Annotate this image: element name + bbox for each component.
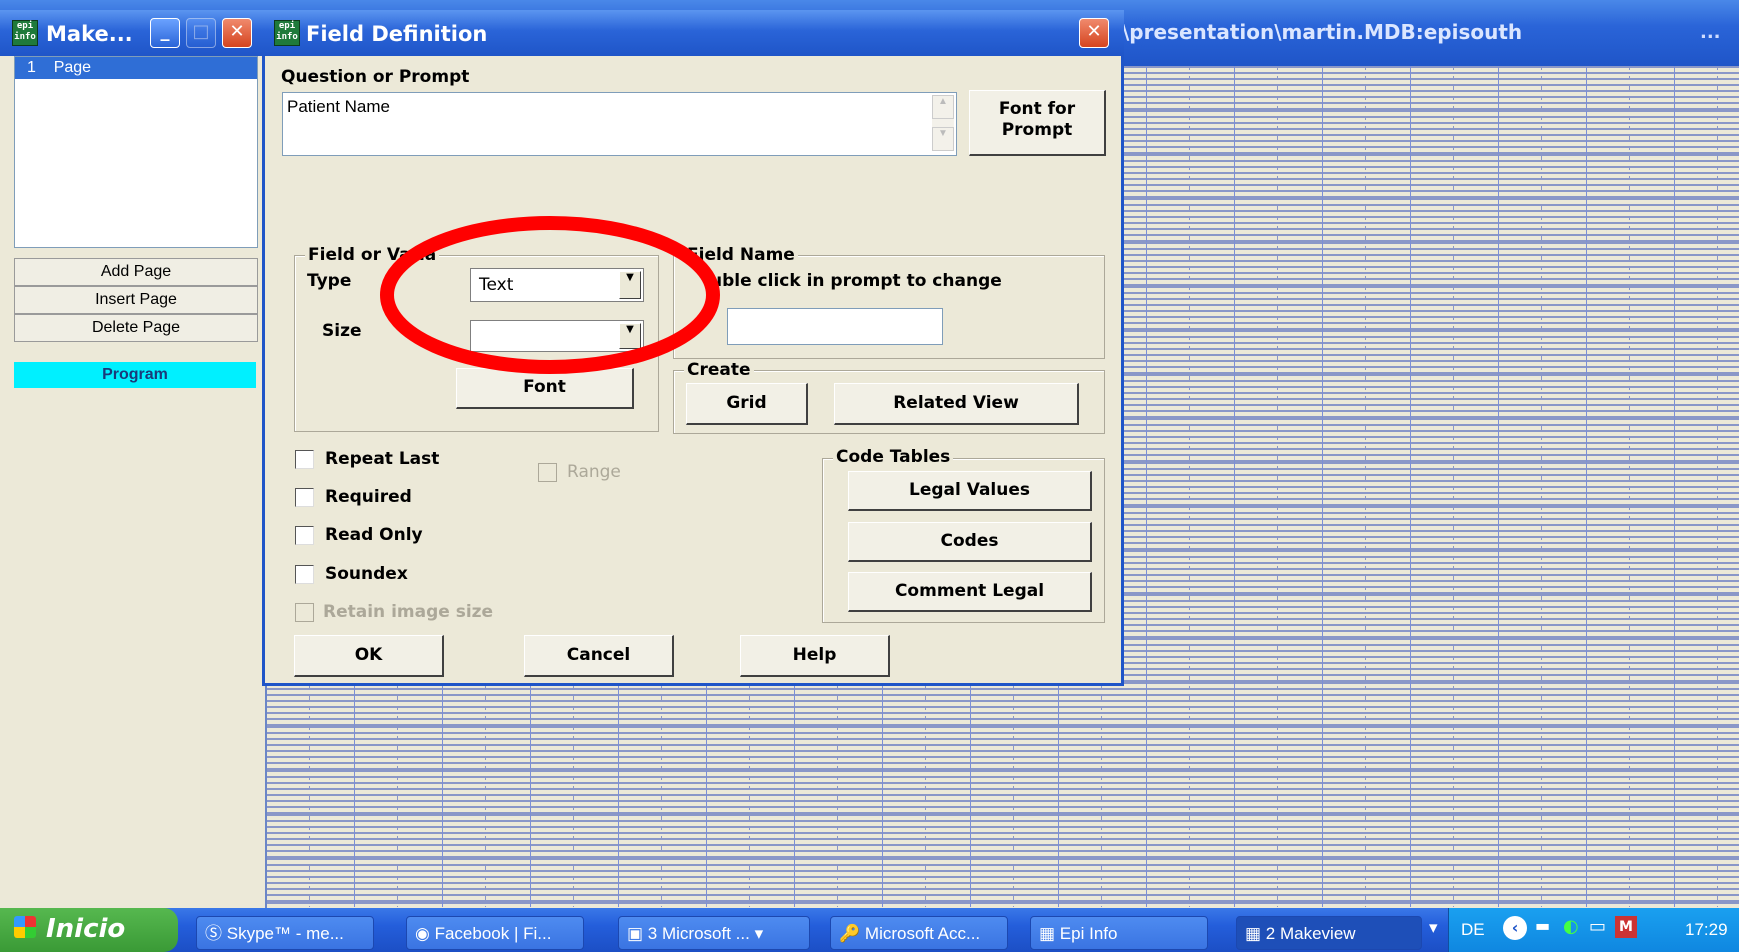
cancel-button[interactable]: Cancel: [524, 635, 674, 677]
font-for-prompt-button[interactable]: Font for Prompt: [969, 90, 1106, 156]
outlook-icon: ▣: [627, 924, 644, 943]
monitor-icon[interactable]: ▭: [1589, 916, 1606, 937]
chevron-down-icon: ▾: [754, 924, 764, 943]
taskbar-item-microsoft[interactable]: ▣ 3 Microsoft ... ▾: [618, 916, 810, 950]
epi-info-icon: ▦: [1039, 924, 1056, 943]
chevron-left-icon[interactable]: ‹: [1503, 916, 1527, 940]
close-button[interactable]: ✕: [222, 18, 252, 48]
network-icon[interactable]: ▬: [1535, 916, 1550, 935]
required-label: Required: [325, 487, 412, 507]
read-only-label: Read Only: [325, 525, 423, 545]
program-button[interactable]: Program: [14, 362, 256, 388]
retain-image-size-checkbox[interactable]: [295, 603, 314, 622]
firefox-icon: ◉: [415, 924, 430, 943]
chevron-down-icon[interactable]: ▾: [1429, 918, 1438, 938]
font-for-prompt-label: Font for Prompt: [998, 99, 1076, 140]
start-button[interactable]: Inicio: [0, 908, 178, 952]
epi-info-icon: epi info: [274, 20, 300, 46]
repeat-last-label: Repeat Last: [325, 449, 440, 469]
epi-info-icon: ▦: [1245, 924, 1262, 943]
taskbar-item-makeview[interactable]: ▦ 2 Makeview: [1236, 916, 1422, 950]
type-label: Type: [307, 271, 352, 291]
retain-image-size-label: Retain image size: [323, 602, 494, 622]
ok-button[interactable]: OK: [294, 635, 444, 677]
dialog-titlebar: epi info Field Definition ✕: [262, 10, 1124, 56]
clock: 17:29: [1685, 920, 1728, 939]
taskbar-item-label: Epi Info: [1059, 924, 1118, 943]
delete-page-button[interactable]: Delete Page: [14, 314, 258, 342]
read-only-checkbox[interactable]: [295, 526, 314, 545]
close-icon: ✕: [1086, 21, 1102, 42]
repeat-last-checkbox[interactable]: [295, 450, 314, 469]
dialog-title: Field Definition: [306, 22, 488, 46]
insert-page-button[interactable]: Insert Page: [14, 286, 258, 314]
grid-button[interactable]: Grid: [686, 383, 808, 425]
minimize-button[interactable]: _: [150, 18, 180, 48]
sync-icon[interactable]: ◐: [1563, 916, 1579, 937]
minimize-icon: _: [160, 21, 170, 42]
taskbar-item-access[interactable]: 🔑 Microsoft Acc...: [830, 916, 1008, 950]
range-checkbox[interactable]: [538, 463, 557, 482]
range-label: Range: [567, 462, 621, 482]
dialog-close-button[interactable]: ✕: [1079, 18, 1109, 48]
taskbar-item-label: Facebook | Fi...: [434, 924, 552, 943]
epi-info-icon: epi info: [12, 20, 38, 46]
soundex-checkbox[interactable]: [295, 565, 314, 584]
help-button[interactable]: Help: [740, 635, 890, 677]
start-label: Inicio: [46, 914, 126, 944]
maximize-icon: □: [192, 21, 210, 42]
scroll-down-icon[interactable]: ▼: [932, 127, 954, 151]
access-icon: 🔑: [839, 924, 861, 943]
main-window-title: \presentation\martin.MDB:episouth: [1122, 20, 1523, 44]
page-number: 1: [27, 59, 36, 76]
taskbar-item-label: Skype™ - me...: [226, 924, 344, 943]
required-checkbox[interactable]: [295, 488, 314, 507]
size-label: Size: [322, 321, 362, 341]
taskbar-item-label: 3 Microsoft ...: [647, 924, 750, 943]
codes-button[interactable]: Codes: [848, 522, 1092, 562]
windows-logo-icon: [14, 916, 36, 938]
taskbar-item-epi-info[interactable]: ▦ Epi Info: [1030, 916, 1208, 950]
main-window-title-overflow: ...: [1700, 22, 1721, 43]
taskbar-item-facebook[interactable]: ◉ Facebook | Fi...: [406, 916, 584, 950]
page-label: Page: [53, 59, 92, 76]
code-tables-group-title: Code Tables: [833, 447, 954, 467]
system-tray: ▾ DE ‹ ▬ ◐ ▭ M 17:29: [1429, 908, 1739, 952]
taskbar-item-skype[interactable]: Ⓢ Skype™ - me...: [196, 916, 374, 950]
red-circle-annotation: [380, 216, 720, 374]
related-view-button[interactable]: Related View: [834, 383, 1079, 425]
question-text: Patient Name: [287, 97, 390, 116]
close-icon: ✕: [229, 21, 245, 42]
comment-legal-button[interactable]: Comment Legal: [848, 572, 1092, 612]
question-scrollbar[interactable]: ▲ ▼: [932, 95, 954, 151]
field-name-input[interactable]: [727, 308, 943, 345]
page-list-item[interactable]: 1 Page: [15, 57, 257, 79]
skype-icon: Ⓢ: [205, 924, 222, 943]
question-label: Question or Prompt: [281, 67, 470, 87]
maximize-button[interactable]: □: [186, 18, 216, 48]
taskbar-item-label: Microsoft Acc...: [864, 924, 981, 943]
taskbar-item-label: 2 Makeview: [1265, 924, 1356, 943]
question-textarea[interactable]: Patient Name ▲ ▼: [282, 92, 957, 156]
annotation-ellipse: [380, 216, 720, 374]
field-name-hint: uble click in prompt to change: [710, 271, 1002, 291]
antivirus-icon[interactable]: M: [1615, 916, 1637, 938]
language-indicator[interactable]: DE: [1461, 920, 1485, 940]
page-panel-title: Make...: [46, 22, 133, 46]
soundex-label: Soundex: [325, 564, 408, 584]
page-panel-titlebar: epi info Make... _ □ ✕: [0, 10, 265, 56]
add-page-button[interactable]: Add Page: [14, 258, 258, 286]
page-list[interactable]: 1 Page: [14, 56, 258, 248]
legal-values-button[interactable]: Legal Values: [848, 471, 1092, 511]
scroll-up-icon[interactable]: ▲: [932, 95, 954, 119]
